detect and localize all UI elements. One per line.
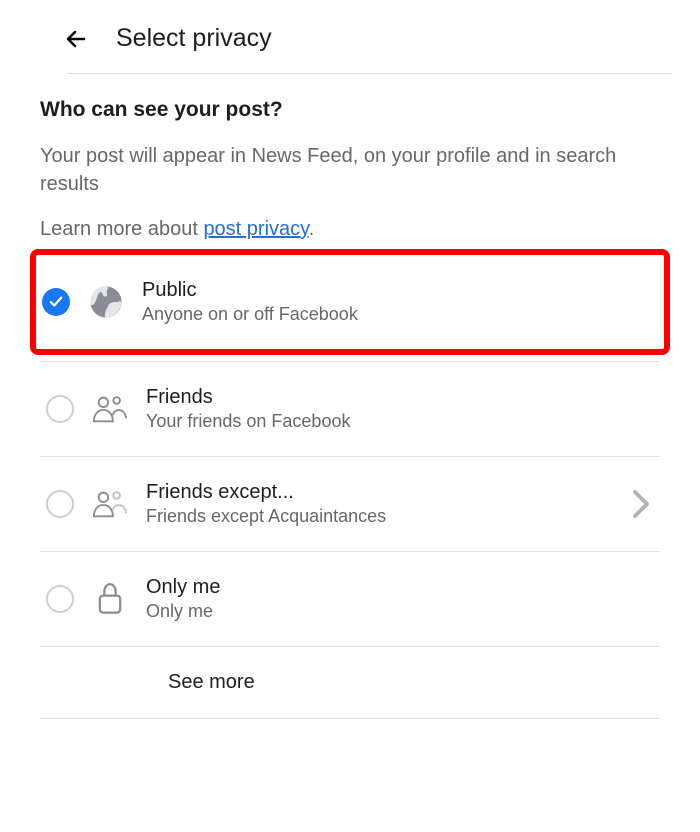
privacy-options-list: Public Anyone on or off Facebook Friends… bbox=[40, 249, 660, 719]
radio-unselected[interactable] bbox=[46, 585, 74, 613]
option-title: Friends except... bbox=[146, 481, 614, 504]
learn-more-text: Learn more about post privacy. bbox=[40, 218, 660, 241]
checkmark-icon bbox=[49, 295, 63, 309]
globe-icon bbox=[88, 284, 124, 320]
heading: Who can see your post? bbox=[40, 98, 660, 122]
option-friends-except[interactable]: Friends except... Friends except Acquain… bbox=[40, 457, 660, 551]
option-subtitle: Friends except Acquaintances bbox=[146, 506, 614, 527]
divider bbox=[40, 718, 660, 719]
radio-selected[interactable] bbox=[42, 288, 70, 316]
option-title: Only me bbox=[146, 576, 654, 599]
lock-icon bbox=[92, 581, 128, 617]
option-subtitle: Your friends on Facebook bbox=[146, 411, 654, 432]
option-subtitle: Anyone on or off Facebook bbox=[142, 304, 658, 325]
option-public[interactable]: Public Anyone on or off Facebook bbox=[30, 249, 670, 355]
option-subtitle: Only me bbox=[146, 601, 654, 622]
option-title: Friends bbox=[146, 386, 654, 409]
option-only-me[interactable]: Only me Only me bbox=[40, 552, 660, 646]
radio-unselected[interactable] bbox=[46, 395, 74, 423]
radio-unselected[interactable] bbox=[46, 490, 74, 518]
description: Your post will appear in News Feed, on y… bbox=[40, 142, 660, 198]
learn-more-prefix: Learn more about bbox=[40, 218, 203, 240]
back-icon[interactable] bbox=[64, 27, 88, 51]
page-title: Select privacy bbox=[116, 24, 272, 53]
option-friends[interactable]: Friends Your friends on Facebook bbox=[40, 362, 660, 456]
see-more-button[interactable]: See more bbox=[40, 647, 660, 718]
friends-icon bbox=[92, 391, 128, 427]
chevron-right-icon bbox=[632, 489, 650, 519]
post-privacy-link[interactable]: post privacy bbox=[203, 218, 308, 240]
learn-more-suffix: . bbox=[309, 218, 315, 240]
friends-except-icon bbox=[92, 486, 128, 522]
option-title: Public bbox=[142, 279, 658, 302]
header: Select privacy bbox=[0, 0, 700, 73]
